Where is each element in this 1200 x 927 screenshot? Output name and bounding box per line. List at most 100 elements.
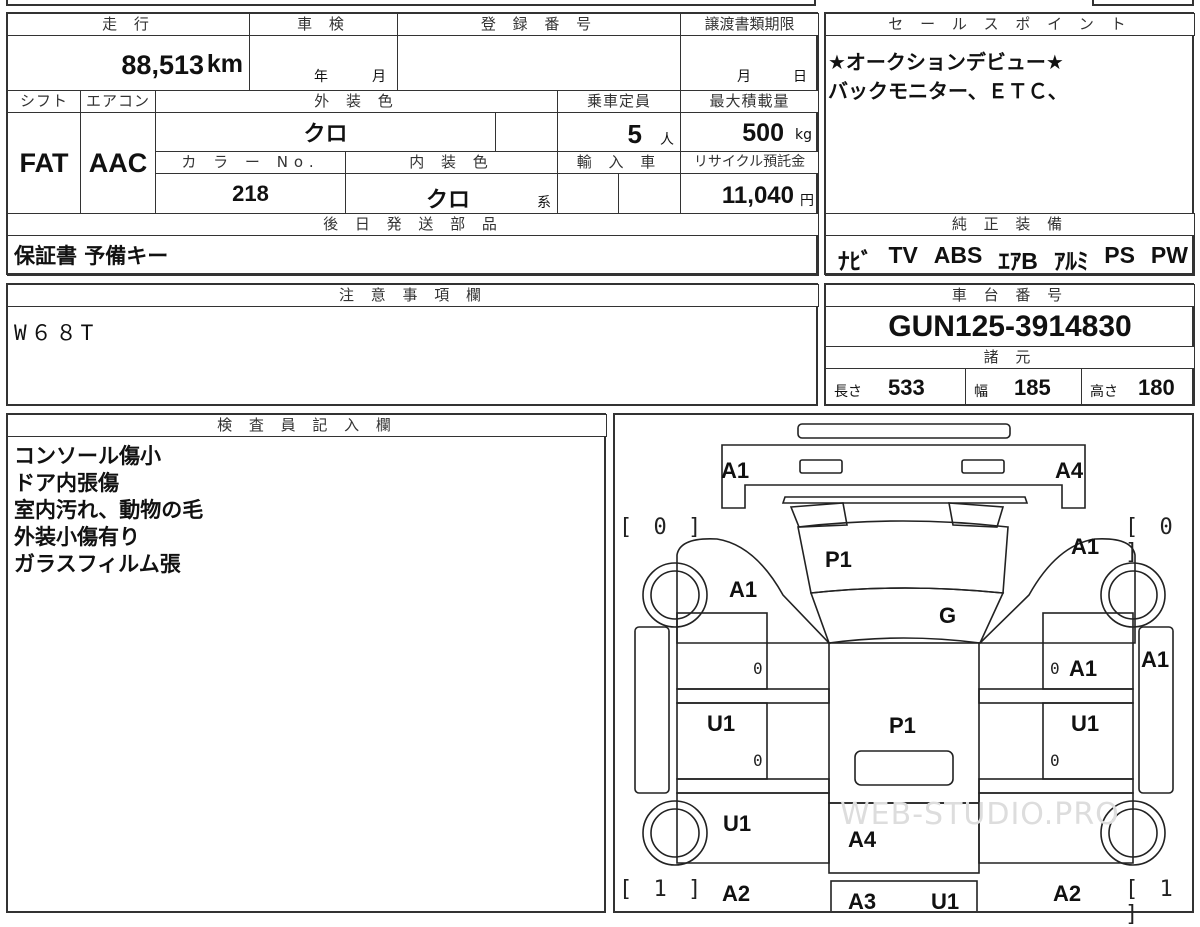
later-parts-cell: 保証書 予備キー bbox=[7, 235, 819, 276]
mark-u1-right-door: U1 bbox=[1071, 711, 1100, 736]
dims-label: 諸 元 bbox=[825, 346, 1195, 369]
mark-a4-trunk: A4 bbox=[848, 827, 877, 852]
inspection-month-unit: 月 bbox=[372, 69, 386, 85]
mark-a3-rear: A3 bbox=[848, 889, 877, 914]
recycle-cell: 11,040 円 bbox=[680, 173, 819, 214]
inspection-label: 車 検 bbox=[249, 13, 398, 36]
mark-a4-front-right: A4 bbox=[1055, 458, 1084, 483]
notes-block: 注 意 事 項 欄 W６８T bbox=[6, 283, 819, 406]
recycle-label: リサイクル預託金 bbox=[680, 151, 819, 174]
later-parts-value: 保証書 予備キー bbox=[14, 244, 169, 268]
car-diagram-block: WEB-STUDIO.PRO A1 A4 P1 A1 A1 G 0 0 A1 A… bbox=[613, 413, 1194, 927]
sales-point-label: セ ー ル ス ポ イ ン ト bbox=[825, 13, 1195, 36]
notes-value: W６８T bbox=[14, 321, 98, 345]
mark-zero-left-rear-door: 0 bbox=[753, 751, 763, 770]
interior-color-label: 内 装 色 bbox=[345, 151, 558, 174]
recycle-value: 11,040 bbox=[721, 182, 794, 209]
equipment-item: PS bbox=[1104, 242, 1135, 268]
inspection-year-unit: 年 bbox=[314, 69, 328, 85]
inspector-line-2: ドア内張傷 bbox=[14, 471, 119, 495]
sales-point-block: セ ー ル ス ポ イ ン ト ★オークションデビュー★ バックモニター、ＥＴＣ… bbox=[824, 12, 1195, 276]
bracket-right-front: [ 0 ] bbox=[1125, 515, 1177, 565]
shift-value: FAT bbox=[19, 147, 69, 178]
ac-cell: AAC bbox=[80, 112, 156, 214]
width-value: 185 bbox=[1014, 375, 1051, 400]
length-label: 長さ bbox=[834, 384, 862, 400]
registration-label: 登 録 番 号 bbox=[397, 13, 681, 36]
max-load-label: 最大積載量 bbox=[680, 90, 819, 113]
inspector-label: 検 査 員 記 入 欄 bbox=[7, 414, 607, 437]
genuine-equipment-list: ﾅﾋﾞ TV ABS ｴｱB ｱﾙﾐ PS PW bbox=[838, 242, 1188, 275]
sales-point-line-2: バックモニター、ＥＴＣ、 bbox=[828, 79, 1068, 103]
equipment-item: PW bbox=[1150, 242, 1188, 268]
length-value: 533 bbox=[888, 375, 925, 400]
inspector-line-4: 外装小傷有り bbox=[14, 525, 140, 549]
later-parts-label: 後 日 発 送 部 品 bbox=[7, 213, 819, 236]
mark-a1-right-side: A1 bbox=[1141, 647, 1170, 672]
height-label: 高さ bbox=[1090, 384, 1118, 400]
sales-point-line-1: ★オークションデビュー★ bbox=[828, 50, 1064, 74]
mark-zero-left-front-door: 0 bbox=[753, 659, 763, 678]
mark-u1-left-door: U1 bbox=[707, 711, 736, 736]
height-value: 180 bbox=[1138, 375, 1175, 400]
mileage-cell: 88,513 km bbox=[7, 35, 250, 91]
chassis-cell: GUN125-3914830 bbox=[825, 306, 1195, 347]
mark-zero-right-rear-door: 0 bbox=[1050, 751, 1060, 770]
interior-color-suffix: 系 bbox=[537, 195, 551, 211]
import-label: 輸 入 車 bbox=[557, 151, 681, 174]
capacity-cell: 5 人 bbox=[557, 112, 681, 152]
import-cell-b bbox=[618, 173, 681, 214]
mileage-unit: km bbox=[206, 50, 243, 78]
chassis-number: GUN125-3914830 bbox=[888, 309, 1132, 343]
top-strip-right bbox=[1092, 0, 1194, 6]
width-label: 幅 bbox=[974, 384, 988, 400]
max-load-unit: kg bbox=[795, 127, 812, 143]
capacity-unit: 人 bbox=[660, 132, 674, 148]
mark-u1-rear: U1 bbox=[931, 889, 960, 914]
inspector-line-1: コンソール傷小 bbox=[14, 444, 161, 468]
watermark: WEB-STUDIO.PRO bbox=[840, 797, 1120, 832]
length-cell: 長さ 533 bbox=[825, 368, 966, 406]
transfer-month-unit: 月 bbox=[737, 69, 751, 85]
notes-label: 注 意 事 項 欄 bbox=[7, 284, 819, 307]
registration-cell bbox=[397, 35, 681, 91]
equipment-item: ｱﾙﾐ bbox=[1053, 248, 1089, 274]
mark-a2-right-rear: A2 bbox=[1053, 881, 1082, 906]
equipment-item: ABS bbox=[933, 242, 983, 268]
inspector-line-5: ガラスフィルム張 bbox=[14, 552, 181, 576]
transfer-cell: 月 日 bbox=[680, 35, 819, 91]
mileage-label: 走 行 bbox=[7, 13, 250, 36]
transfer-day-unit: 日 bbox=[793, 69, 807, 85]
transfer-deadline-label: 譲渡書類期限 bbox=[680, 13, 819, 36]
car-outline bbox=[634, 423, 1174, 911]
mark-a1-right-front-door: A1 bbox=[1069, 656, 1098, 681]
capacity-value: 5 bbox=[627, 119, 642, 149]
bracket-left-front: [ 0 ] bbox=[619, 515, 706, 540]
equipment-item: ﾅﾋﾞ bbox=[838, 248, 873, 274]
exterior-color-label: 外 装 色 bbox=[155, 90, 558, 113]
max-load-cell: 500 kg bbox=[680, 112, 819, 152]
height-cell: 高さ 180 bbox=[1081, 368, 1195, 406]
mileage-value: 88,513 bbox=[121, 50, 204, 80]
width-cell: 幅 185 bbox=[965, 368, 1082, 406]
mark-p1-roof: P1 bbox=[889, 713, 916, 738]
bracket-left-rear: [ 1 ] bbox=[619, 877, 706, 902]
ac-value: AAC bbox=[88, 147, 148, 178]
equipment-item: TV bbox=[888, 242, 918, 268]
vehicle-info-block: 走 行 車 検 登 録 番 号 譲渡書類期限 88,513 km 年 月 月 日… bbox=[6, 12, 819, 276]
mark-zero-right-front-door: 0 bbox=[1050, 659, 1060, 678]
inspector-block: 検 査 員 記 入 欄 コンソール傷小 ドア内張傷 室内汚れ、動物の毛 外装小傷… bbox=[6, 413, 607, 913]
equipment-item: ｴｱB bbox=[998, 248, 1038, 274]
chassis-label: 車 台 番 号 bbox=[825, 284, 1195, 307]
exterior-color-cell: クロ bbox=[155, 112, 496, 152]
max-load-value: 500 bbox=[742, 119, 784, 147]
shift-label: シフト bbox=[7, 90, 81, 113]
shift-cell: FAT bbox=[7, 112, 81, 214]
mark-a2-left-rear: A2 bbox=[722, 881, 751, 906]
interior-color-value: クロ bbox=[426, 187, 471, 212]
genuine-equipment-cell: ﾅﾋﾞ TV ABS ｴｱB ｱﾙﾐ PS PW bbox=[825, 235, 1195, 276]
color-no-label: カ ラ ー No. bbox=[155, 151, 346, 174]
interior-color-cell: クロ 系 bbox=[345, 173, 558, 214]
inspector-line-3: 室内汚れ、動物の毛 bbox=[14, 498, 204, 522]
color-no-cell: 218 bbox=[155, 173, 346, 214]
